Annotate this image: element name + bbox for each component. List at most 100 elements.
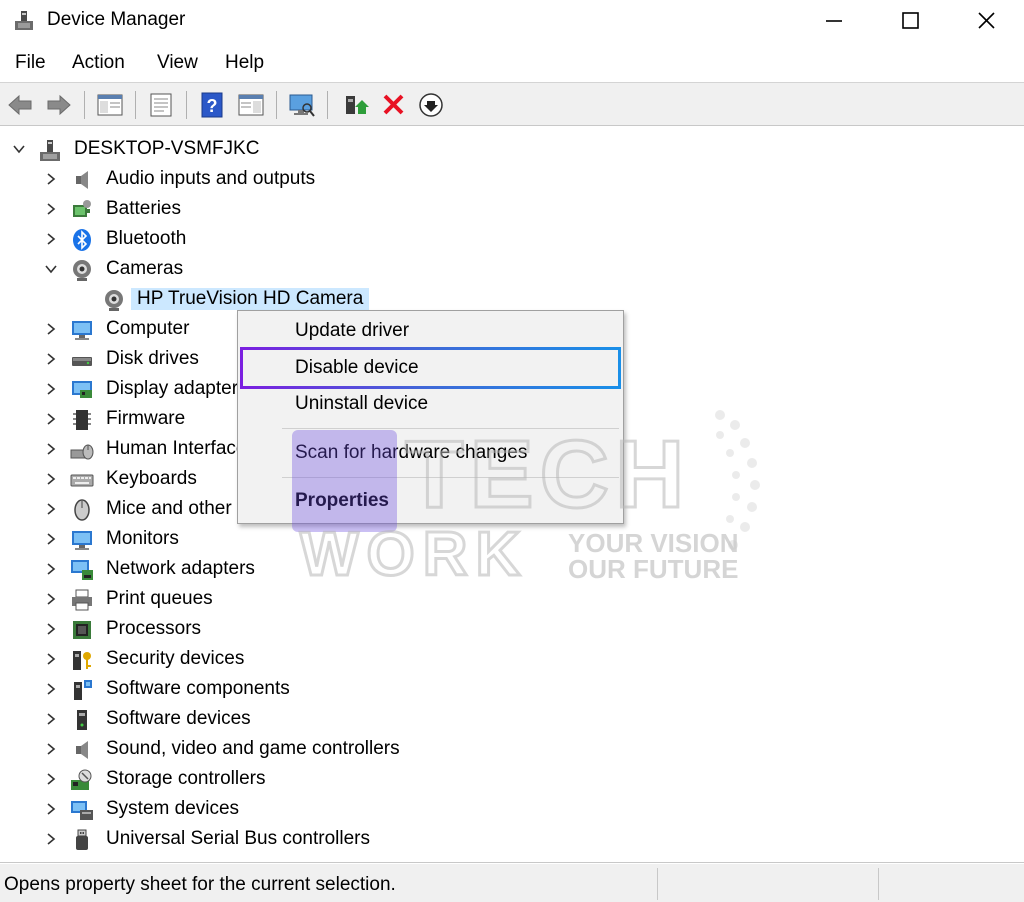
camera-icon (73, 260, 91, 281)
tree-category[interactable]: Software devices (0, 705, 600, 735)
device-manager-icon (15, 11, 33, 30)
tree-category-label: Computer (106, 318, 190, 339)
security-icon (73, 651, 91, 670)
chevron-right-icon[interactable] (44, 382, 58, 396)
chevron-right-icon[interactable] (44, 472, 58, 486)
uninstall-icon (383, 94, 404, 115)
chevron-right-icon[interactable] (44, 742, 58, 756)
tree-category-label: Audio inputs and outputs (106, 168, 316, 189)
chevron-right-icon[interactable] (44, 652, 58, 666)
speaker-icon (76, 171, 88, 189)
help-icon: ? (201, 92, 223, 118)
chevron-right-icon[interactable] (44, 172, 58, 186)
tree-category[interactable]: Storage controllers (0, 765, 600, 795)
tree-category[interactable]: Bluetooth (0, 225, 600, 255)
menu-help[interactable]: Help (225, 52, 264, 74)
printer-icon (72, 589, 92, 611)
forward-button[interactable] (45, 92, 73, 118)
tree-category-label: System devices (106, 798, 240, 819)
status-bar: Opens property sheet for the current sel… (0, 864, 1024, 902)
properties-icon (150, 93, 172, 117)
tree-category[interactable]: Monitors (0, 525, 600, 555)
chevron-right-icon[interactable] (44, 562, 58, 576)
bluetooth-icon (73, 229, 91, 251)
tree-category[interactable]: Processors (0, 615, 600, 645)
toolbar-separator (135, 91, 136, 119)
chevron-right-icon[interactable] (44, 802, 58, 816)
chevron-right-icon[interactable] (44, 232, 58, 246)
toolbar-separator (276, 91, 277, 119)
network-icon (71, 560, 93, 580)
tree-category[interactable]: Network adapters (0, 555, 600, 585)
tree-category-label: Bluetooth (106, 228, 187, 249)
chevron-right-icon[interactable] (44, 712, 58, 726)
close-button[interactable] (958, 0, 1014, 42)
ctx-update-driver[interactable]: Update driver (295, 320, 409, 342)
software-component-icon (74, 680, 92, 700)
status-text: Opens property sheet for the current sel… (4, 874, 396, 895)
disable-icon (419, 93, 443, 117)
disable-button[interactable] (418, 92, 446, 118)
maximize-button[interactable] (882, 0, 938, 42)
tree-category[interactable]: Batteries (0, 195, 600, 225)
menu-view[interactable]: View (157, 52, 198, 74)
maximize-icon (902, 12, 919, 29)
ctx-properties[interactable]: Properties (295, 490, 389, 512)
tree-category-label: Disk drives (106, 348, 199, 369)
battery-icon (73, 200, 91, 217)
processor-icon (73, 621, 91, 639)
toolbar: ? (0, 82, 1024, 126)
back-button[interactable] (6, 92, 34, 118)
chevron-down-icon[interactable] (12, 142, 26, 156)
chevron-right-icon[interactable] (44, 832, 58, 846)
chevron-right-icon[interactable] (44, 682, 58, 696)
action-pane-button[interactable] (237, 92, 265, 118)
tree-category-label: Sound, video and game controllers (106, 738, 400, 759)
chevron-right-icon[interactable] (44, 412, 58, 426)
mouse-icon (74, 499, 90, 521)
menu-file[interactable]: File (15, 52, 46, 74)
minimize-button[interactable] (806, 0, 862, 42)
minimize-icon (826, 20, 842, 22)
chevron-right-icon[interactable] (44, 772, 58, 786)
chevron-right-icon[interactable] (44, 502, 58, 516)
update-driver-button[interactable] (342, 92, 370, 118)
monitor-icon (72, 531, 92, 550)
chevron-right-icon[interactable] (44, 532, 58, 546)
uninstall-button[interactable] (380, 92, 408, 118)
chevron-right-icon[interactable] (44, 352, 58, 366)
toolbar-separator (327, 91, 328, 119)
chevron-right-icon[interactable] (44, 442, 58, 456)
computer-icon (72, 321, 92, 340)
ctx-disable-device[interactable]: Disable device (295, 357, 419, 379)
tree-category[interactable]: Print queues (0, 585, 600, 615)
tree-category[interactable]: Universal Serial Bus controllers (0, 825, 600, 855)
window-title: Device Manager (47, 9, 186, 30)
tree-root[interactable]: DESKTOP-VSMFJKC (0, 135, 600, 165)
chevron-right-icon[interactable] (44, 322, 58, 336)
console-tree-button[interactable] (96, 92, 124, 118)
tree-category-label: Batteries (106, 198, 181, 219)
scan-hardware-icon (289, 94, 315, 117)
scan-hardware-button[interactable] (288, 92, 316, 118)
chevron-right-icon[interactable] (44, 622, 58, 636)
chevron-right-icon[interactable] (44, 592, 58, 606)
tree-category[interactable]: Cameras (0, 255, 600, 285)
tree-category[interactable]: Software components (0, 675, 600, 705)
chevron-down-icon[interactable] (44, 262, 58, 276)
firmware-icon (73, 410, 91, 430)
tree-category[interactable]: System devices (0, 795, 600, 825)
menu-action[interactable]: Action (72, 52, 125, 74)
help-button[interactable]: ? (198, 92, 226, 118)
sound-icon (76, 741, 88, 759)
chevron-right-icon[interactable] (44, 202, 58, 216)
tree-category[interactable]: Sound, video and game controllers (0, 735, 600, 765)
tree-category-label: Universal Serial Bus controllers (106, 828, 370, 849)
status-divider (878, 868, 879, 900)
ctx-scan-hardware[interactable]: Scan for hardware changes (295, 442, 527, 464)
ctx-uninstall-device[interactable]: Uninstall device (295, 393, 428, 415)
properties-button[interactable] (147, 92, 175, 118)
keyboard-icon (70, 474, 94, 487)
tree-category[interactable]: Audio inputs and outputs (0, 165, 600, 195)
tree-category[interactable]: Security devices (0, 645, 600, 675)
